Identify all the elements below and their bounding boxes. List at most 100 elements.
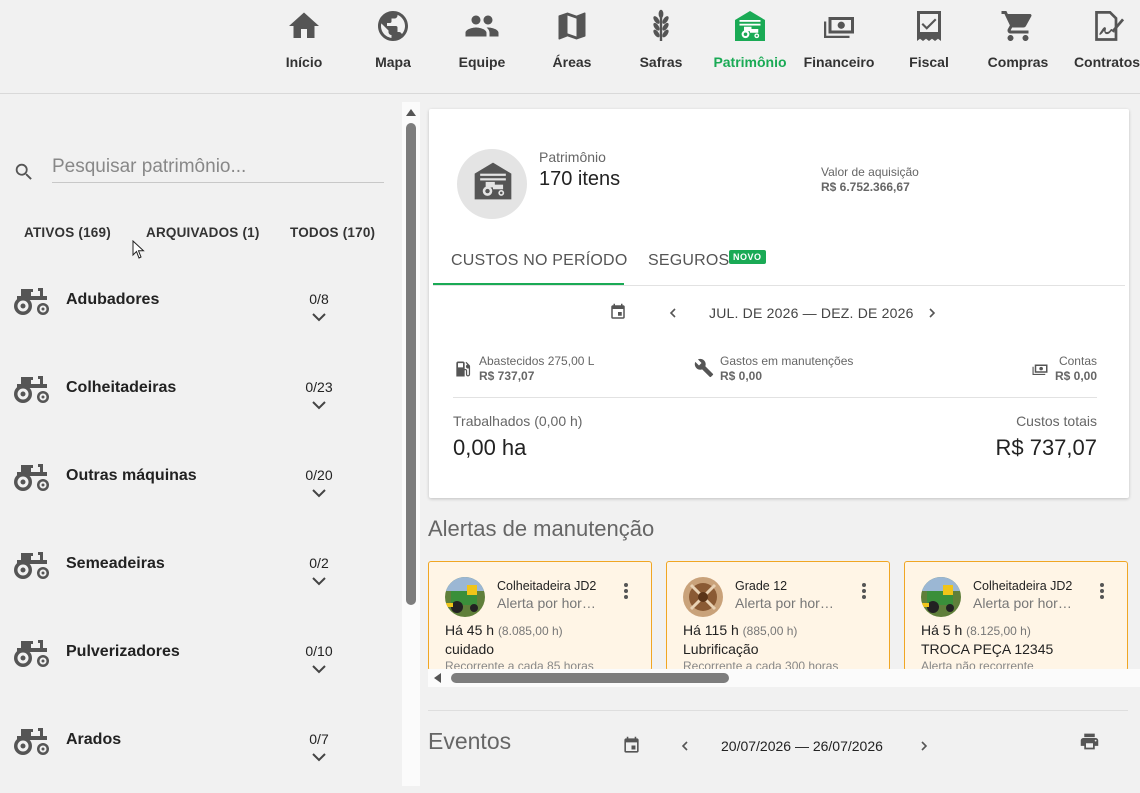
category-row-adubadores[interactable]: Adubadores 0/8 <box>0 283 400 353</box>
filter-tab-ativos[interactable]: ATIVOS (169) <box>24 225 111 240</box>
category-row-outras-maquinas[interactable]: Outras máquinas 0/20 <box>0 459 400 529</box>
category-label: Semeadeiras <box>66 555 165 572</box>
tractor-icon <box>14 376 49 403</box>
section-divider <box>453 397 1097 398</box>
more-vert-icon[interactable] <box>861 582 867 600</box>
alert-hours: (885,00 h) <box>742 624 798 638</box>
category-count: 0/7 <box>309 731 329 747</box>
calendar-icon[interactable] <box>622 736 641 755</box>
chevron-down-icon[interactable] <box>309 487 329 501</box>
harvester-thumbnail <box>445 577 485 617</box>
calendar-icon[interactable] <box>609 303 627 321</box>
category-row-colheitadeiras[interactable]: Colheitadeiras 0/23 <box>0 371 400 441</box>
category-label: Outras máquinas <box>66 467 197 484</box>
wheat-icon <box>653 9 669 41</box>
chevron-down-icon[interactable] <box>309 663 329 677</box>
alert-type: Alerta por hor… <box>973 595 1072 611</box>
alert-task: TROCA PEÇA 12345 <box>921 641 1054 657</box>
search-input[interactable] <box>52 152 384 183</box>
alert-card[interactable]: Colheitadeira JD2 Alerta por hor… Há 5 h… <box>904 561 1128 671</box>
chevron-left-icon[interactable] <box>667 307 679 319</box>
category-label: Adubadores <box>66 291 160 308</box>
chevron-down-icon[interactable] <box>309 751 329 765</box>
nav-item-equipe[interactable]: Equipe <box>437 8 527 88</box>
chevron-right-icon[interactable] <box>918 740 930 752</box>
nav-item-inicio[interactable]: Início <box>259 8 349 88</box>
active-tab-indicator <box>433 283 624 285</box>
category-count: 0/8 <box>309 291 329 307</box>
nav-item-fiscal[interactable]: Fiscal <box>884 8 974 88</box>
money-icon <box>1032 364 1048 375</box>
summary-card: Patrimônio 170 itens Valor de aquisição … <box>429 109 1129 498</box>
category-row-semeadeiras[interactable]: Semeadeiras 0/2 <box>0 547 400 617</box>
fuel-label: Abastecidos 275,00 L <box>479 354 595 368</box>
fuel-pump-icon <box>456 361 471 377</box>
nav-item-areas[interactable]: Áreas <box>527 8 617 88</box>
alert-when: Há 115 h (885,00 h) <box>683 622 797 638</box>
tab-custos-no-periodo[interactable]: CUSTOS NO PERÍODO <box>451 252 627 270</box>
wrench-icon <box>694 358 714 378</box>
chevron-down-icon[interactable] <box>309 575 329 589</box>
alert-asset-name: Colheitadeira JD2 <box>973 579 1073 593</box>
category-row-pulverizadores[interactable]: Pulverizadores 0/10 <box>0 635 400 705</box>
accounts-value: R$ 0,00 <box>1054 369 1097 383</box>
events-heading: Eventos <box>428 728 512 754</box>
nav-item-patrimonio[interactable]: Patrimônio <box>705 8 795 88</box>
vertical-scrollbar-thumb[interactable] <box>406 123 416 605</box>
map-icon <box>558 12 586 40</box>
tractor-icon <box>14 464 49 491</box>
horizontal-scrollbar-thumb[interactable] <box>451 673 729 683</box>
filter-tab-todos[interactable]: TODOS (170) <box>290 225 375 240</box>
tractor-icon <box>14 640 49 667</box>
worked-value: 0,00 ha <box>453 435 527 460</box>
harvester-thumbnail <box>921 577 961 617</box>
category-label: Pulverizadores <box>66 643 180 660</box>
nav-item-label: Fiscal <box>909 54 949 70</box>
nav-item-contratos[interactable]: Contratos <box>1062 8 1140 88</box>
events-period: 20/07/2026 — 26/07/2026 <box>721 738 883 754</box>
total-costs-value: R$ 737,07 <box>995 435 1097 460</box>
more-vert-icon[interactable] <box>1099 582 1105 600</box>
tab-seguros[interactable]: SEGUROS <box>648 252 729 270</box>
worked-label: Trabalhados (0,00 h) <box>453 413 583 429</box>
period-range: JUL. DE 2026 — DEZ. DE 2026 <box>709 305 914 321</box>
section-divider <box>428 710 1128 711</box>
category-row-arados[interactable]: Arados 0/7 <box>0 723 400 793</box>
maintenance-value: R$ 0,00 <box>720 369 763 383</box>
alert-card[interactable]: Colheitadeira JD2 Alerta por hor… Há 45 … <box>428 561 652 671</box>
alert-asset-name: Grade 12 <box>735 579 788 593</box>
maintenance-label: Gastos em manutenções <box>720 354 854 368</box>
nav-item-compras[interactable]: Compras <box>973 8 1063 88</box>
category-count: 0/23 <box>305 379 333 395</box>
total-costs-label: Custos totais <box>1016 413 1097 429</box>
home-icon <box>289 12 319 38</box>
scroll-left-arrow-icon[interactable] <box>432 672 442 684</box>
print-icon[interactable] <box>1079 731 1100 752</box>
category-label: Arados <box>66 731 122 748</box>
nav-item-mapa[interactable]: Mapa <box>348 8 438 88</box>
nav-item-label: Compras <box>987 54 1049 70</box>
chevron-down-icon[interactable] <box>309 311 329 325</box>
nav-item-financeiro[interactable]: Financeiro <box>794 8 884 88</box>
nav-item-safras[interactable]: Safras <box>616 8 706 88</box>
alert-when-value: Há 115 h <box>683 622 739 638</box>
alert-card[interactable]: Grade 12 Alerta por hor… Há 115 h (885,0… <box>666 561 890 671</box>
scroll-up-arrow-icon[interactable] <box>405 107 417 117</box>
nav-item-label: Safras <box>639 54 683 70</box>
cart-icon <box>1001 11 1032 41</box>
chevron-right-icon[interactable] <box>926 307 938 319</box>
nav-item-label: Mapa <box>375 54 411 70</box>
nav-item-label: Patrimônio <box>713 54 787 70</box>
more-vert-icon[interactable] <box>623 582 629 600</box>
alerts-heading: Alertas de manutenção <box>428 516 655 541</box>
alert-when-value: Há 45 h <box>445 622 495 638</box>
alert-hours: (8.085,00 h) <box>497 624 563 638</box>
category-count: 0/10 <box>305 643 333 659</box>
chevron-left-icon[interactable] <box>679 740 691 752</box>
alert-when-value: Há 5 h <box>921 622 963 638</box>
alert-asset-name: Colheitadeira JD2 <box>497 579 597 593</box>
filter-tab-arquivados[interactable]: ARQUIVADOS (1) <box>146 225 260 240</box>
chevron-down-icon[interactable] <box>309 399 329 413</box>
alert-when: Há 5 h (8.125,00 h) <box>921 622 1031 638</box>
globe-icon <box>378 11 408 41</box>
